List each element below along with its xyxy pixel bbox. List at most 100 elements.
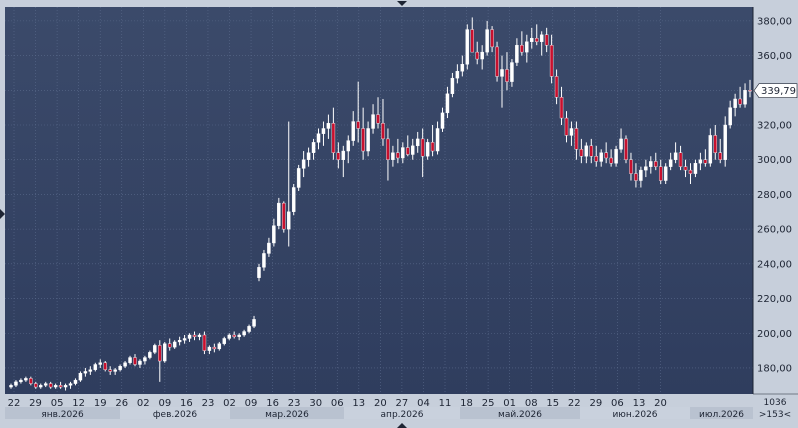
candle-down: [594, 156, 598, 162]
candle-up: [440, 112, 445, 129]
month-label: апр.2026: [381, 410, 424, 420]
candle-up: [530, 38, 534, 42]
candle-up: [321, 128, 326, 134]
candle-up: [172, 341, 177, 348]
y-tick-label: 180,00: [757, 363, 792, 374]
candle-up: [639, 169, 643, 181]
candle-up: [14, 381, 18, 386]
month-label: янв.2026: [41, 410, 84, 420]
candle-down: [589, 145, 594, 157]
candle-up: [673, 152, 678, 160]
candle-up: [227, 334, 231, 339]
candle-up: [708, 135, 713, 164]
candle-down: [654, 161, 658, 167]
candle-up: [326, 123, 331, 129]
candle-up: [257, 267, 261, 278]
candle-up: [371, 114, 375, 129]
candle-up: [515, 44, 519, 63]
candle-down: [331, 123, 336, 153]
candle-up: [287, 211, 291, 230]
candle-down: [167, 343, 172, 348]
candle-up: [277, 202, 281, 226]
candle-up: [138, 360, 142, 365]
candle-up: [296, 168, 301, 188]
candle-up: [252, 319, 256, 327]
candle-down: [430, 142, 435, 152]
candle-up: [143, 357, 147, 362]
candle-up: [88, 369, 93, 372]
y-tick-label: 320,00: [757, 121, 792, 132]
candle-down: [58, 385, 63, 388]
candle-down: [381, 123, 385, 140]
candle-down: [609, 157, 613, 164]
candle-up: [163, 343, 167, 362]
candle-up: [123, 362, 127, 367]
month-label: фев.2026: [153, 410, 198, 420]
candle-down: [376, 114, 380, 124]
candle-up: [485, 29, 489, 53]
candle-down: [475, 51, 479, 60]
candle-down: [738, 98, 742, 105]
candle-up: [272, 225, 276, 244]
last-price-marker: 339,79: [753, 83, 798, 98]
candle-up: [619, 138, 623, 150]
candle-up: [24, 378, 28, 381]
candle-up: [723, 124, 727, 160]
y-tick-label: 300,00: [757, 155, 792, 166]
candle-up: [43, 383, 48, 386]
candle-down: [604, 152, 608, 159]
candle-down: [212, 346, 217, 350]
candle-up: [262, 253, 266, 268]
candle-up: [663, 166, 668, 181]
candle-up: [301, 159, 306, 169]
candle-down: [534, 38, 539, 42]
candle-down: [683, 166, 688, 171]
candle-up: [39, 385, 43, 388]
candle-up: [53, 385, 58, 388]
candle-up: [539, 34, 544, 42]
candle-up: [207, 346, 212, 351]
candle-up: [78, 372, 83, 381]
candle-up: [93, 364, 98, 370]
y-tick-label: 220,00: [757, 294, 792, 305]
candle-up: [693, 162, 698, 174]
candle-up: [510, 62, 514, 82]
candle-up: [366, 128, 370, 152]
candle-up: [118, 366, 122, 370]
candle-up: [113, 369, 117, 372]
candle-down: [406, 147, 410, 155]
candle-down: [202, 334, 207, 351]
candle-down: [48, 383, 53, 388]
candle-up: [465, 29, 470, 65]
candle-down: [564, 117, 569, 136]
candle-up: [599, 152, 603, 162]
candle-down: [103, 362, 107, 370]
candle-up: [98, 362, 103, 365]
candle-down: [356, 121, 360, 129]
candle-up: [148, 352, 152, 358]
candle-up: [584, 145, 589, 157]
candle-up: [222, 338, 227, 344]
candle-up: [237, 334, 241, 337]
candle-up: [425, 142, 430, 157]
candle-up: [19, 379, 23, 383]
candle-down: [158, 345, 162, 362]
y-tick-label: 280,00: [757, 190, 792, 201]
candle-up: [500, 69, 504, 77]
candle-up: [346, 140, 350, 152]
candle-up: [460, 64, 465, 72]
candle-down: [549, 44, 554, 77]
candle-up: [83, 371, 88, 374]
candle-down: [420, 138, 425, 157]
month-row: янв.2026 фев.2026 мар.2026 апр.2026 май.2026…: [5, 407, 753, 420]
candle-up: [306, 152, 311, 160]
candle-down: [554, 76, 559, 98]
candle-up: [698, 159, 703, 164]
candle-up: [9, 385, 13, 388]
candle-up: [68, 383, 73, 386]
month-label: июн.2026: [612, 410, 657, 420]
candle-down: [544, 34, 549, 46]
month-label: мар.2026: [265, 410, 309, 420]
y-tick-label: 380,00: [757, 16, 792, 27]
candle-up: [187, 334, 192, 339]
